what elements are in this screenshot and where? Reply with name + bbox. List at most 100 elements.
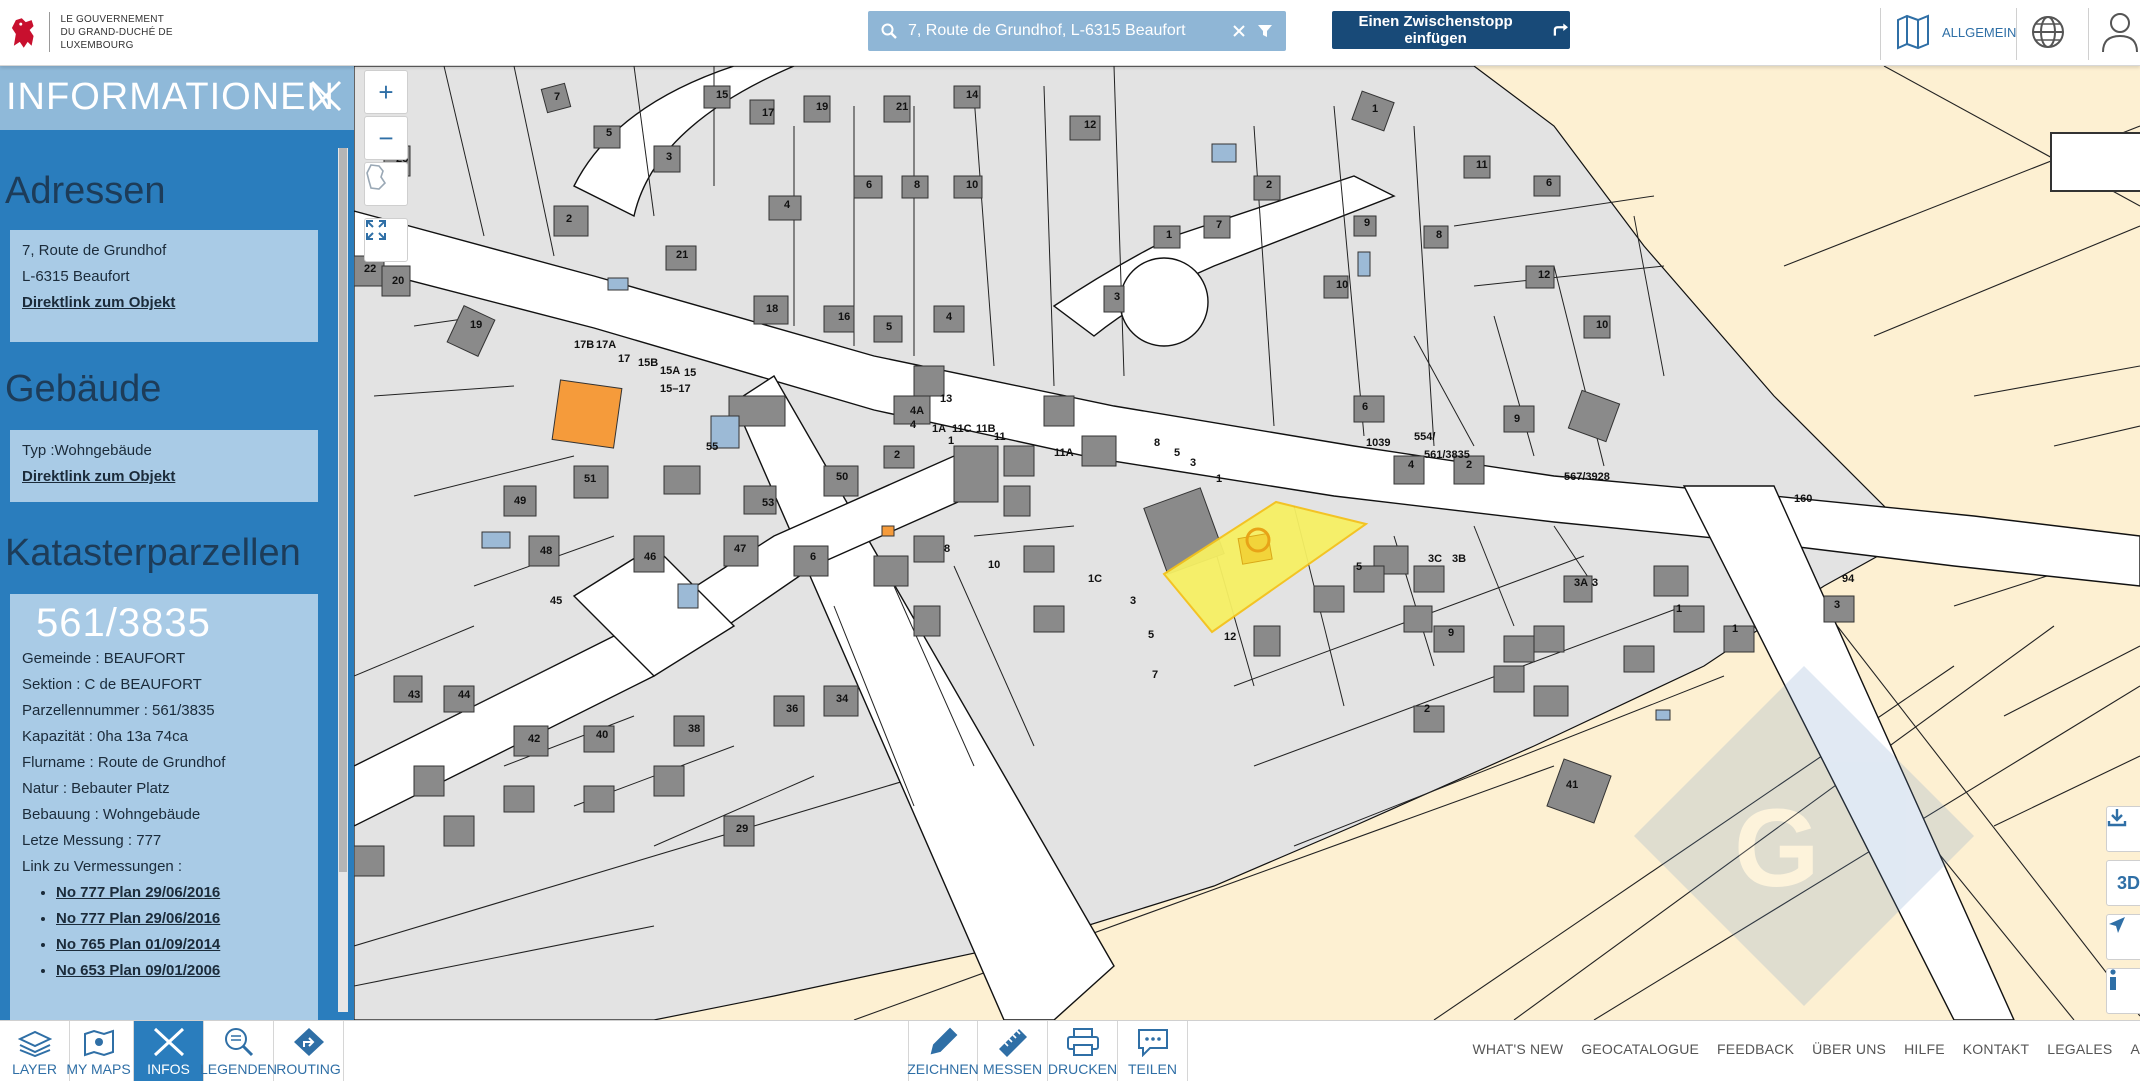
tool-share[interactable]: TEILEN [1118, 1021, 1188, 1081]
tool-infos-label: INFOS [147, 1061, 190, 1077]
government-logo[interactable]: LE GOUVERNEMENT DU GRAND-DUCHÉ DE LUXEMB… [6, 10, 246, 54]
map-label: 6 [1546, 177, 1552, 189]
map-label: 21 [676, 249, 688, 261]
filter-icon[interactable] [1256, 22, 1274, 40]
routing-icon [293, 1027, 325, 1057]
map-label: 3 [1834, 599, 1840, 611]
logo-line-1: LE GOUVERNEMENT [60, 13, 246, 26]
map-label: 15B [638, 357, 658, 369]
address-line-2: L-6315 Beaufort [22, 264, 306, 290]
expand-icon [365, 219, 387, 241]
overview-map-box[interactable] [2050, 132, 2140, 192]
user-icon[interactable] [2100, 10, 2140, 59]
clear-icon[interactable] [1230, 22, 1248, 40]
turn-right-icon [1553, 22, 1570, 38]
map-label: 567/3928 [1564, 471, 1610, 483]
search-input[interactable] [908, 22, 1230, 40]
building-direct-link[interactable]: Direktlink zum Objekt [22, 464, 306, 490]
cadastre-row: Letze Messung : 777 [22, 828, 306, 854]
footer-link-help[interactable]: HILFE [1904, 1041, 1945, 1057]
footer-link-contact[interactable]: KONTAKT [1963, 1041, 2029, 1057]
tool-legends-label: LEGENDEN [200, 1061, 277, 1077]
map-label: 11 [1476, 159, 1488, 171]
footer-link-legal[interactable]: LEGALES [2047, 1041, 2112, 1057]
map-label: 10 [1336, 279, 1348, 291]
close-icon[interactable] [306, 76, 346, 116]
map-label: 2 [894, 449, 900, 461]
survey-link[interactable]: No 765 Plan 01/09/2014 [56, 932, 306, 958]
map-label: 4 [784, 199, 791, 211]
map-label: 8 [1154, 437, 1160, 449]
scrollbar-thumb[interactable] [339, 148, 347, 872]
zoom-out-button[interactable]: − [364, 116, 408, 160]
info-panel-title: INFORMATIONEN [6, 76, 335, 119]
survey-link[interactable]: No 777 Plan 29/06/2016 [56, 906, 306, 932]
map-label: 17A [596, 339, 616, 351]
geolocate-button[interactable] [2106, 914, 2140, 960]
map-label: 53 [762, 497, 774, 509]
theme-label: ALLGEMEIN [1942, 25, 2016, 40]
map-label: 5 [1174, 447, 1180, 459]
tool-infos[interactable]: INFOS [134, 1021, 204, 1081]
cadastre-title: Katasterparzellen [5, 532, 301, 575]
download-button[interactable] [2106, 806, 2140, 852]
building-card: Typ :Wohngebäude Direktlink zum Objekt [10, 430, 318, 502]
map-label: 94 [1842, 573, 1855, 585]
map-label: 10 [988, 559, 1000, 571]
map-label: 22 [364, 263, 376, 275]
footer-link-whats-new[interactable]: WHAT'S NEW [1473, 1041, 1564, 1057]
tool-routing-label: ROUTING [276, 1061, 341, 1077]
map-label: 6 [1362, 401, 1368, 413]
map-label: 18 [766, 303, 778, 315]
tool-legends[interactable]: LEGENDEN [204, 1021, 274, 1081]
country-extent-button[interactable] [364, 162, 408, 206]
cadastre-row: Bebauung : Wohngebäude [22, 802, 306, 828]
footer-link-about[interactable]: ÜBER UNS [1812, 1041, 1886, 1057]
3d-button[interactable]: 3D [2106, 860, 2140, 906]
map-label: 19 [470, 319, 482, 331]
map-label: 561/3835 [1424, 449, 1470, 461]
footer-link-geocatalogue[interactable]: GEOCATALOGUE [1581, 1041, 1699, 1057]
tool-layer-label: LAYER [12, 1061, 57, 1077]
address-direct-link[interactable]: Direktlink zum Objekt [22, 290, 306, 316]
survey-link[interactable]: No 777 Plan 29/06/2016 [56, 880, 306, 906]
map-label: 554/ [1414, 431, 1435, 443]
map-label: 2 [1266, 179, 1272, 191]
language-globe-icon[interactable] [2030, 14, 2066, 55]
building-type: Typ :Wohngebäude [22, 438, 306, 464]
map-label: 16 [838, 311, 850, 323]
tool-draw[interactable]: ZEICHNEN [908, 1021, 978, 1081]
map-label: 11B [976, 423, 996, 435]
info-button[interactable] [2106, 968, 2140, 1014]
map-label: 29 [736, 823, 748, 835]
map-label: 8 [1436, 229, 1442, 241]
map-label: 3B [1452, 553, 1466, 565]
tool-print[interactable]: DRUCKEN [1048, 1021, 1118, 1081]
map-label: 45 [550, 595, 562, 607]
survey-link[interactable]: No 653 Plan 09/01/2006 [56, 958, 306, 984]
footer-link-more[interactable]: A [2130, 1041, 2140, 1057]
tool-layer[interactable]: LAYER [0, 1021, 70, 1081]
zoom-in-button[interactable]: + [364, 70, 408, 114]
tool-my-maps[interactable]: MY MAPS [64, 1021, 134, 1081]
map-label: 43 [408, 689, 420, 701]
add-stopover-button[interactable]: Einen Zwischenstopp einfügen [1332, 11, 1570, 49]
tool-measure[interactable]: MESSEN [978, 1021, 1048, 1081]
panel-scrollbar[interactable] [338, 148, 348, 1012]
footer-link-feedback[interactable]: FEEDBACK [1717, 1041, 1794, 1057]
map-canvas[interactable]: G 71517192114121532646810271221222018165… [354, 66, 2140, 1020]
map-label: 15A [660, 365, 680, 377]
cadastre-row: Link zu Vermessungen : [22, 854, 306, 880]
theme-selector[interactable]: ALLGEMEIN [1896, 14, 2016, 50]
map-label: 15–17 [660, 383, 691, 395]
map-label: 3 [1592, 577, 1598, 589]
search-icon[interactable] [880, 22, 898, 40]
tool-my-maps-label: MY MAPS [66, 1061, 130, 1077]
tool-routing[interactable]: ROUTING [274, 1021, 344, 1081]
search-bar [868, 11, 1286, 51]
lion-crest-icon [6, 12, 41, 52]
map-label: 7 [1152, 669, 1158, 681]
map-label: 5 [606, 127, 612, 139]
close-infos-icon [152, 1027, 186, 1057]
fullscreen-button[interactable] [364, 218, 408, 262]
